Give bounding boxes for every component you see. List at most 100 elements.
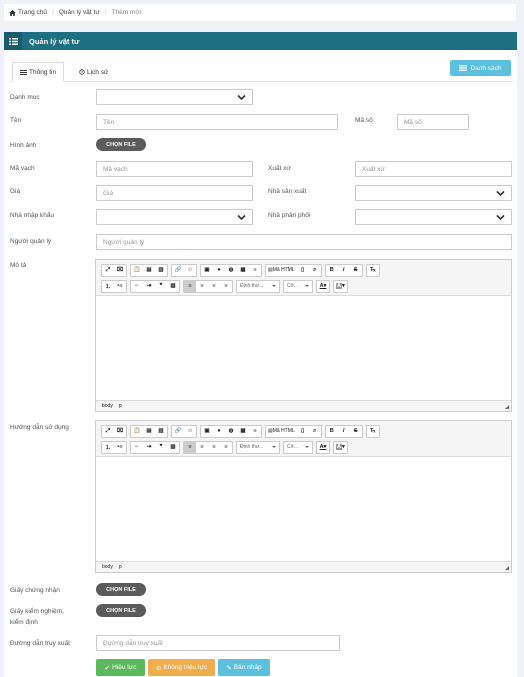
align-justify-icon[interactable]: ≡ <box>220 281 232 292</box>
list-icon[interactable] <box>4 32 22 50</box>
hr-icon[interactable]: ≡ <box>249 265 261 276</box>
table-icon[interactable]: ▦ <box>237 426 249 437</box>
format-dropdown[interactable]: Định thư... <box>236 440 280 454</box>
paste-word-icon[interactable]: ▥ <box>155 265 167 276</box>
div-icon[interactable]: ▧ <box>167 281 179 292</box>
bg-color-icon[interactable]: A ▾ <box>334 281 347 292</box>
category-label: Danh mục <box>10 94 40 101</box>
active-button[interactable]: ✔ Hiệu lực <box>96 659 145 676</box>
category-select[interactable] <box>96 89 253 105</box>
blockquote-icon[interactable]: ❞ <box>155 442 167 453</box>
status-p[interactable]: p <box>119 564 122 570</box>
preview-icon[interactable]: ⌕ <box>309 265 321 276</box>
code-input[interactable]: Mã số <box>397 114 469 130</box>
html-button[interactable]: ▤ Mã HTML <box>266 426 297 437</box>
maximize-icon[interactable]: ⤢ <box>102 426 114 437</box>
status-body[interactable]: body <box>102 403 113 409</box>
name-label: Tên <box>10 117 22 124</box>
indent-icon[interactable]: ⇥ <box>143 442 155 453</box>
image-icon[interactable]: ▣ <box>201 426 213 437</box>
align-center-icon[interactable]: ≡ <box>196 442 208 453</box>
align-justify-icon[interactable]: ≡ <box>220 442 232 453</box>
choose-certificate-button[interactable]: CHỌN FILE <box>96 583 146 596</box>
source-icon[interactable]: ⌧ <box>114 426 126 437</box>
paste-icon[interactable]: 📋 <box>131 426 143 437</box>
remove-format-icon[interactable]: T̶ₓ <box>367 265 379 276</box>
text-color-icon[interactable]: A▾ <box>317 281 329 292</box>
italic-button[interactable]: I <box>338 426 350 437</box>
name-input[interactable]: Tên <box>96 114 338 130</box>
breadcrumb-section[interactable]: Quản lý vật tư <box>59 9 100 16</box>
choose-test-cert-button[interactable]: CHỌN FILE <box>96 604 146 617</box>
source-icon[interactable]: ⌧ <box>114 265 126 276</box>
flash-icon[interactable]: ● <box>213 265 225 276</box>
align-right-icon[interactable]: ≡ <box>208 442 220 453</box>
format-dropdown[interactable]: Định thư... <box>236 279 280 293</box>
manufacturer-select[interactable] <box>355 185 512 201</box>
manager-input[interactable]: Người quản lý <box>96 234 512 250</box>
bullet-list-icon[interactable]: •≡ <box>114 281 126 292</box>
div-icon[interactable]: ▧ <box>167 442 179 453</box>
iframe-icon[interactable]: ◍ <box>225 426 237 437</box>
origin-input[interactable]: Xuất xứ <box>355 161 512 177</box>
trace-path-input[interactable]: Đường dẫn truy xuất <box>96 635 340 651</box>
choose-image-button[interactable]: CHỌN FILE <box>96 138 146 151</box>
resize-handle[interactable] <box>505 566 509 570</box>
list-button[interactable]: Danh sách <box>450 60 511 76</box>
tab-info[interactable]: Thông tin <box>12 62 65 82</box>
image-icon[interactable]: ▣ <box>201 265 213 276</box>
paste-word-icon[interactable]: ▥ <box>155 426 167 437</box>
draft-button[interactable]: ✎ Bản nháp <box>218 659 270 676</box>
resize-handle[interactable] <box>505 405 509 409</box>
align-right-icon[interactable]: ≡ <box>208 281 220 292</box>
numbered-list-icon[interactable]: ⒈ <box>102 281 114 292</box>
editor-content[interactable] <box>96 296 511 400</box>
new-page-icon[interactable]: ▯ <box>297 265 309 276</box>
bg-color-icon[interactable]: A ▾ <box>334 442 347 453</box>
unlink-icon: ⊘ <box>187 428 193 434</box>
strike-button[interactable]: S <box>350 426 362 437</box>
maximize-icon[interactable]: ⤢ <box>102 265 114 276</box>
iframe-icon[interactable]: ◍ <box>225 265 237 276</box>
paste-text-icon[interactable]: ▤ <box>143 265 155 276</box>
tab-history[interactable]: Lịch sử <box>72 62 115 82</box>
editor-content[interactable] <box>96 457 511 561</box>
bold-button[interactable]: B <box>326 426 338 437</box>
html-button[interactable]: ▤ Mã HTML <box>266 265 297 276</box>
blockquote-icon[interactable]: ❞ <box>155 281 167 292</box>
hr-icon[interactable]: ≡ <box>249 426 261 437</box>
distributor-select[interactable] <box>355 209 512 225</box>
size-dropdown[interactable]: Cỡ... <box>283 279 313 293</box>
breadcrumb-home[interactable]: Trang chủ <box>18 9 47 16</box>
link-icon[interactable]: 🔗 <box>172 265 184 276</box>
italic-button[interactable]: I <box>338 265 350 276</box>
inactive-button[interactable]: ⊘ Không hiệu lực <box>148 659 215 676</box>
strike-button[interactable]: S <box>350 265 362 276</box>
bullet-list-icon[interactable]: •≡ <box>114 442 126 453</box>
outdent-icon: ⇤ <box>134 283 140 289</box>
align-left-icon[interactable]: ≡ <box>184 280 196 292</box>
remove-format-icon[interactable]: T̶ₓ <box>367 426 379 437</box>
table-icon[interactable]: ▦ <box>237 265 249 276</box>
preview-icon[interactable]: ⌕ <box>309 426 321 437</box>
outdent-icon: ⇤ <box>134 444 140 450</box>
text-color-icon[interactable]: A▾ <box>317 442 329 453</box>
flash-icon[interactable]: ● <box>213 426 225 437</box>
status-p[interactable]: p <box>119 403 122 409</box>
barcode-input[interactable]: Mã vạch <box>96 161 253 177</box>
align-center-icon[interactable]: ≡ <box>196 281 208 292</box>
indent-icon[interactable]: ⇥ <box>143 281 155 292</box>
numbered-list-icon[interactable]: ⒈ <box>102 442 114 453</box>
status-body[interactable]: body <box>102 564 113 570</box>
bold-button[interactable]: B <box>326 265 338 276</box>
price-input[interactable]: Giá <box>96 185 253 201</box>
align-left-icon[interactable]: ≡ <box>184 441 196 453</box>
chevron-down-icon <box>237 214 246 221</box>
new-page-icon[interactable]: ▯ <box>297 426 309 437</box>
paste-text-icon[interactable]: ▤ <box>143 426 155 437</box>
paste-icon[interactable]: 📋 <box>131 265 143 276</box>
list-icon <box>20 69 27 75</box>
size-dropdown[interactable]: Cỡ... <box>283 440 313 454</box>
importer-select[interactable] <box>96 209 253 225</box>
link-icon[interactable]: 🔗 <box>172 426 184 437</box>
